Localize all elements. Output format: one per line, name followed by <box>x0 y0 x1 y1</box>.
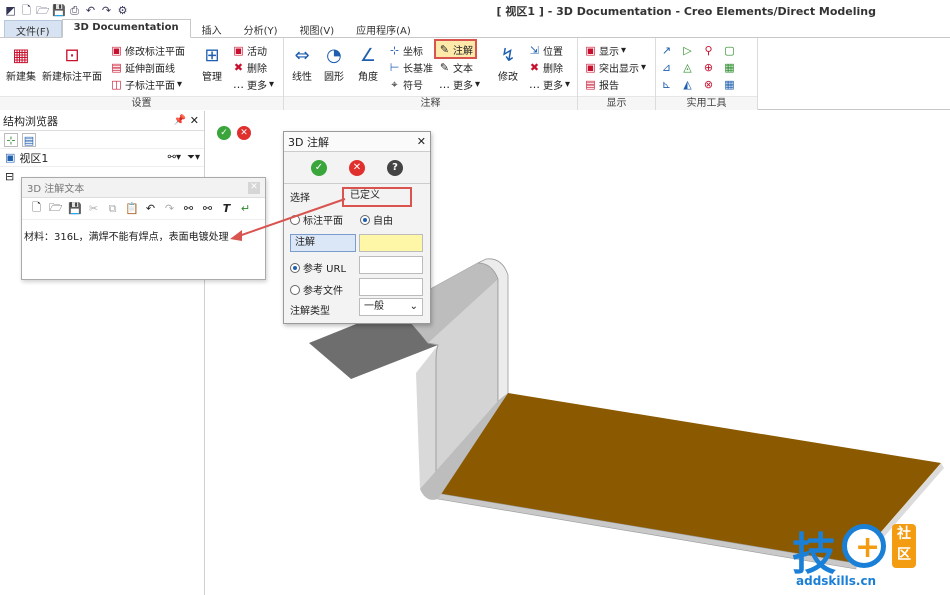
watermark-community: 社区 <box>892 524 916 568</box>
arrow-line <box>235 198 346 238</box>
arrow-head <box>230 230 242 241</box>
watermark-logo: 技 + 社区 addskills.cn <box>788 518 948 594</box>
watermark-url: addskills.cn <box>796 574 877 588</box>
watermark-brand: 技 <box>792 529 836 580</box>
callout-arrow <box>230 198 346 241</box>
watermark-plus: + <box>855 530 881 565</box>
